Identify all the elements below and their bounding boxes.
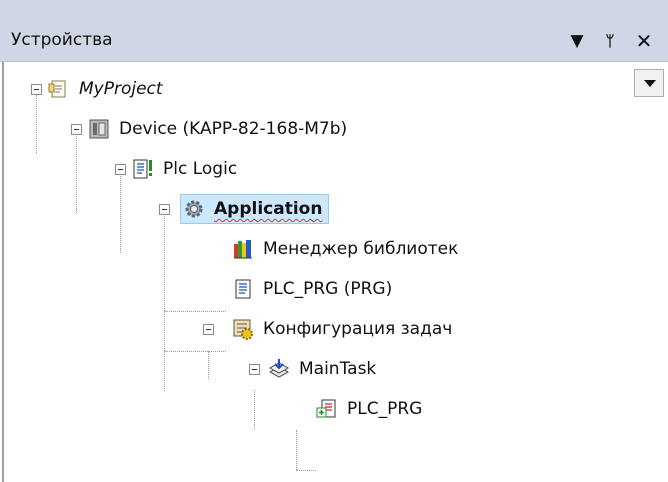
device-tree: MyProject Device (KAPP-82-168-M7b) Plc L… [0, 62, 668, 482]
tree-item-device[interactable]: Device (KAPP-82-168-M7b) [88, 114, 347, 144]
collapse-icon[interactable] [249, 364, 260, 375]
tree-item-application[interactable]: Application [180, 194, 330, 224]
tree-line [296, 470, 316, 471]
tree-line [120, 174, 121, 253]
tree-line [254, 390, 255, 429]
tree-item-label: PLC_PRG [347, 399, 423, 419]
tree-line [208, 351, 209, 379]
tree-item-plc-logic[interactable]: Plc Logic [132, 154, 237, 184]
tree-item-label: MyProject [79, 79, 163, 99]
panel-dropdown-button[interactable]: ▼ [567, 30, 587, 52]
tree-item-label: Plc Logic [163, 159, 238, 179]
tree-line [164, 214, 165, 391]
pin-button[interactable]: ᛘ [600, 30, 620, 52]
tree-item-project[interactable]: MyProject [48, 74, 163, 104]
tree-item-label: Application [214, 199, 323, 219]
collapse-icon[interactable] [115, 164, 126, 175]
tree-line [76, 134, 77, 213]
tree-item-library-manager[interactable]: Менеджер библиотек [232, 234, 458, 264]
gear-icon [183, 198, 205, 220]
devices-panel: Устройства ▼ ᛘ ✕ MyProject Device (KAPP-… [0, 0, 668, 482]
tree-item-label: MainTask [299, 359, 377, 379]
task-config-icon [232, 318, 254, 340]
tree-item-task-plc-prg[interactable]: PLC_PRG [316, 394, 422, 424]
tree-line [164, 351, 226, 352]
collapse-icon[interactable] [31, 84, 42, 95]
tree-line [36, 95, 37, 153]
close-button[interactable]: ✕ [632, 30, 656, 52]
tree-line [296, 430, 297, 470]
tree-item-label: Менеджер библиотек [263, 239, 459, 259]
collapse-icon[interactable] [203, 324, 214, 335]
plc-logic-icon [132, 158, 154, 180]
tree-item-task-config[interactable]: Конфигурация задач [232, 314, 452, 344]
tree-item-plc-prg[interactable]: PLC_PRG (PRG) [232, 274, 392, 304]
tree-line [164, 311, 226, 312]
tree-dropdown-button[interactable] [634, 69, 664, 97]
tree-item-label: PLC_PRG (PRG) [263, 279, 393, 299]
project-icon [48, 78, 70, 100]
device-icon [88, 118, 110, 140]
pou-icon [232, 278, 254, 300]
panel-titlebar: Устройства ▼ ᛘ ✕ [0, 0, 668, 62]
tree-item-main-task[interactable]: MainTask [268, 354, 376, 384]
tree-item-label: Конфигурация задач [263, 319, 453, 339]
collapse-icon[interactable] [71, 124, 82, 135]
panel-title: Устройства [11, 30, 113, 50]
tree-item-label: Device (KAPP-82-168-M7b) [119, 119, 348, 139]
library-icon [232, 238, 254, 260]
task-icon [268, 358, 290, 380]
collapse-icon[interactable] [159, 204, 170, 215]
program-call-icon [316, 398, 338, 420]
